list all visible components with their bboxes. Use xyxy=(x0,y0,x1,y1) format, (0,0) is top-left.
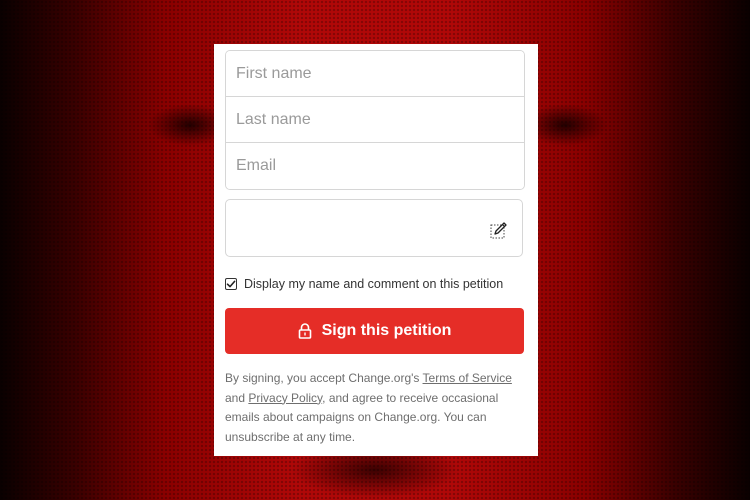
check-icon xyxy=(226,280,236,288)
comment-textarea[interactable] xyxy=(226,200,522,256)
first-name-input[interactable] xyxy=(226,51,524,97)
display-name-checkbox[interactable] xyxy=(225,278,237,290)
petition-sign-card: Display my name and comment on this peti… xyxy=(214,44,538,456)
disclaimer-text-2: and xyxy=(225,390,249,405)
comment-box xyxy=(225,199,523,257)
last-name-input[interactable] xyxy=(226,97,524,143)
terms-of-service-link[interactable]: Terms of Service xyxy=(423,371,512,385)
legal-disclaimer: By signing, you accept Change.org's Term… xyxy=(225,369,525,447)
pencil-icon xyxy=(490,222,507,239)
name-email-fields xyxy=(225,50,525,190)
sign-petition-label: Sign this petition xyxy=(321,322,452,339)
disclaimer-text-1: By signing, you accept Change.org's xyxy=(225,371,423,385)
display-name-label: Display my name and comment on this peti… xyxy=(244,277,504,291)
lock-icon xyxy=(298,323,311,339)
sign-petition-button[interactable]: Sign this petition xyxy=(225,308,524,354)
privacy-policy-link[interactable]: Privacy Policy xyxy=(248,391,322,405)
email-input[interactable] xyxy=(226,143,524,189)
display-name-option[interactable]: Display my name and comment on this peti… xyxy=(225,276,503,292)
